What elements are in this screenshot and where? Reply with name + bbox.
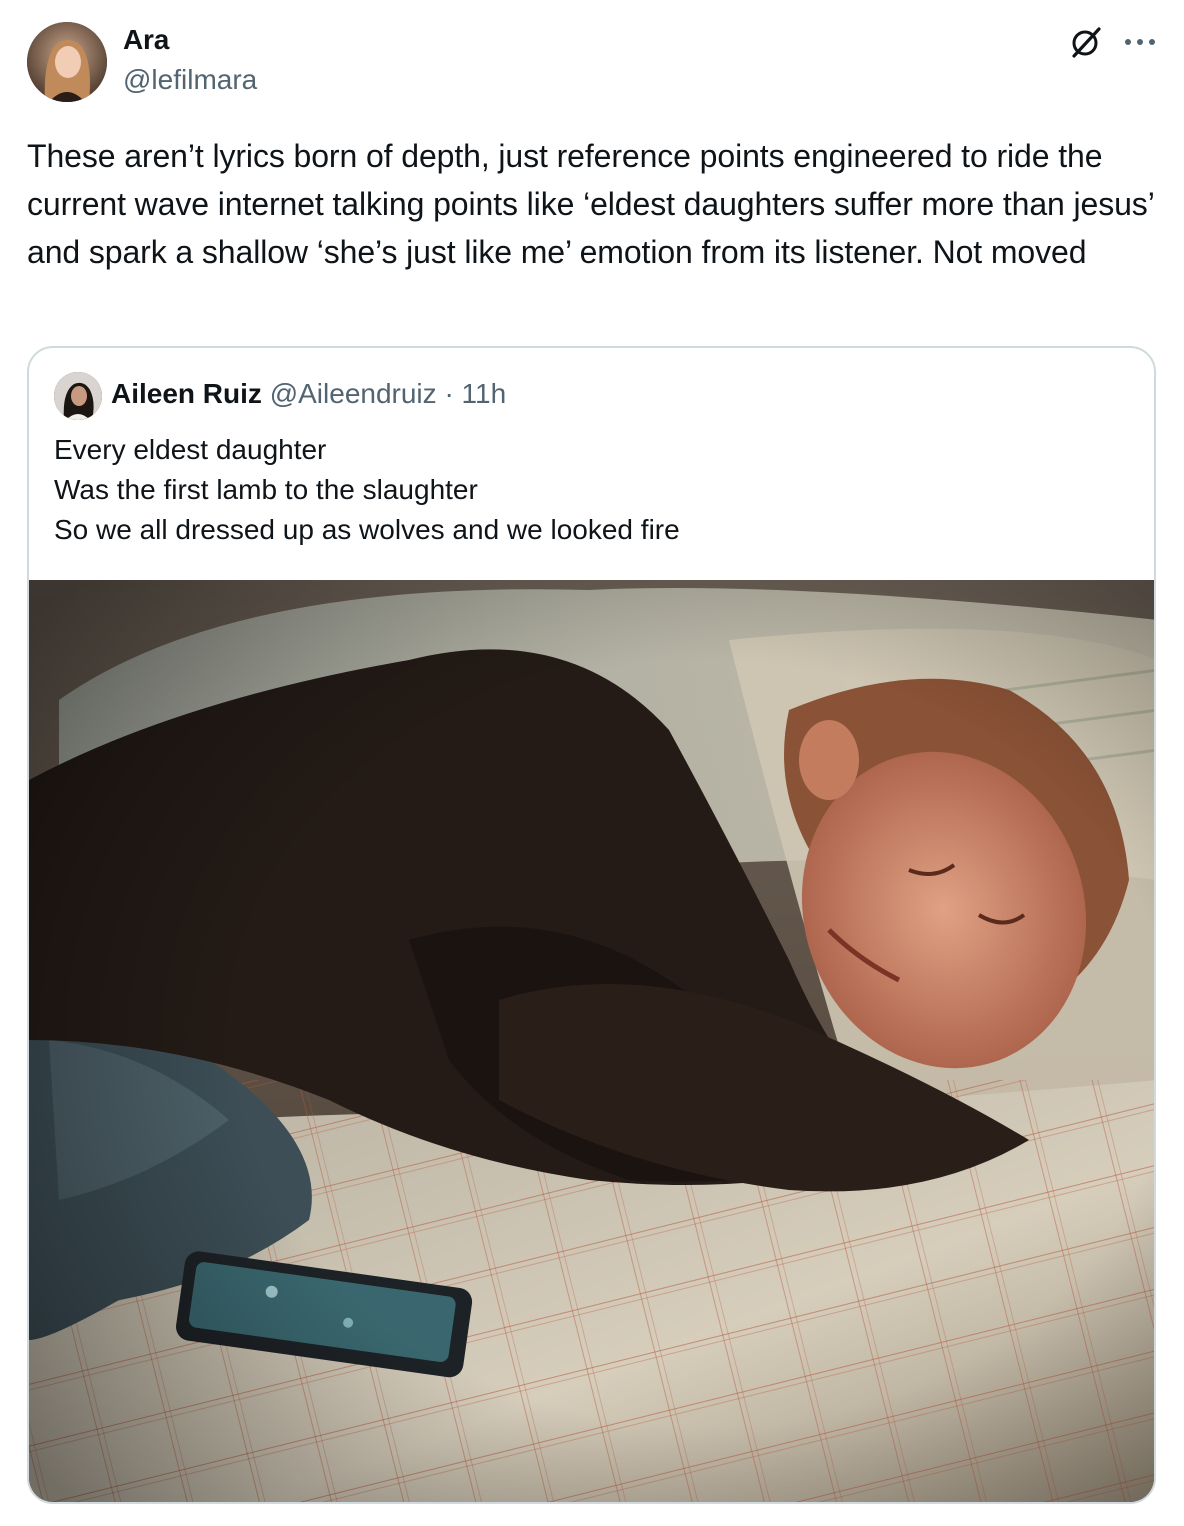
quoted-author-handle[interactable]: @Aileendruiz <box>270 378 437 409</box>
quoted-media-photo[interactable] <box>29 580 1156 1504</box>
author-handle[interactable]: @lefilmara <box>123 64 257 96</box>
author-name[interactable]: Ara <box>123 24 169 56</box>
quoted-avatar-image <box>54 372 102 420</box>
quoted-header: Aileen Ruiz @Aileendruiz · 11h <box>111 378 506 410</box>
quoted-time[interactable]: 11h <box>462 378 507 409</box>
quoted-author-name[interactable]: Aileen Ruiz <box>111 378 262 409</box>
more-icon[interactable] <box>1120 30 1160 54</box>
grok-icon[interactable] <box>1066 22 1106 62</box>
quoted-tweet[interactable]: Aileen Ruiz @Aileendruiz · 11h Every eld… <box>27 346 1156 1504</box>
author-avatar[interactable] <box>27 22 107 102</box>
quoted-separator: · <box>444 378 454 409</box>
quoted-author-avatar[interactable] <box>54 372 102 420</box>
avatar-image <box>27 22 107 102</box>
quoted-text: Every eldest daughter Was the first lamb… <box>54 434 680 545</box>
tweet-text: These aren’t lyrics born of depth, just … <box>27 138 1163 270</box>
